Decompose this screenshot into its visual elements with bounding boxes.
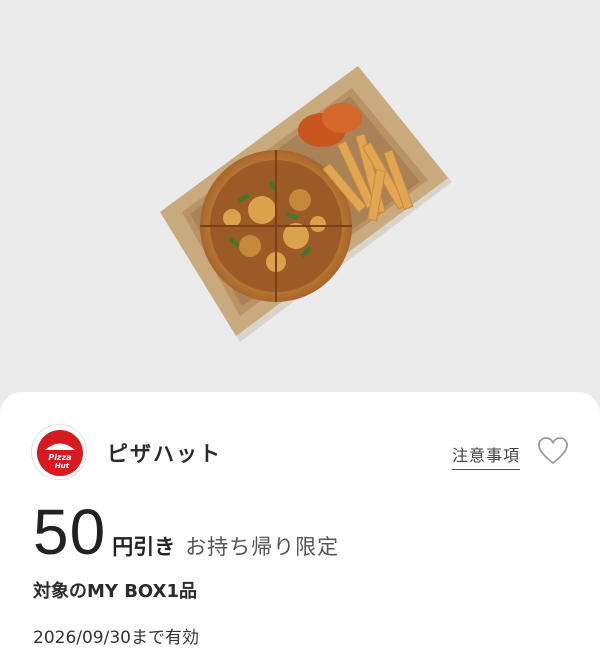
svg-text:Hut: Hut (55, 462, 70, 470)
heart-icon[interactable] (537, 436, 569, 466)
discount-amount: 50 (33, 496, 107, 568)
notes-link[interactable]: 注意事項 (452, 442, 521, 470)
pizza-hut-logo-icon: Pizza Hut (37, 430, 83, 476)
shop-logo: Pizza Hut (31, 424, 87, 480)
discount-condition: お持ち帰り限定 (185, 535, 340, 559)
coupon-hero-image (0, 0, 600, 410)
target-item: 対象のMY BOX1品 (33, 581, 197, 602)
shop-name: ピザハット (107, 442, 222, 466)
coupon-card[interactable]: Pizza Hut ピザハット 注意事項 50 円引き お持ち帰り限定 対象のM… (0, 392, 600, 670)
expiry-date: 2026/09/30まで有効 (33, 628, 199, 648)
discount-unit: 円引き (112, 535, 176, 559)
svg-text:Pizza: Pizza (48, 453, 71, 462)
discount-row: 50 円引き お持ち帰り限定 (33, 495, 340, 568)
pizza-box-icon (160, 66, 452, 342)
